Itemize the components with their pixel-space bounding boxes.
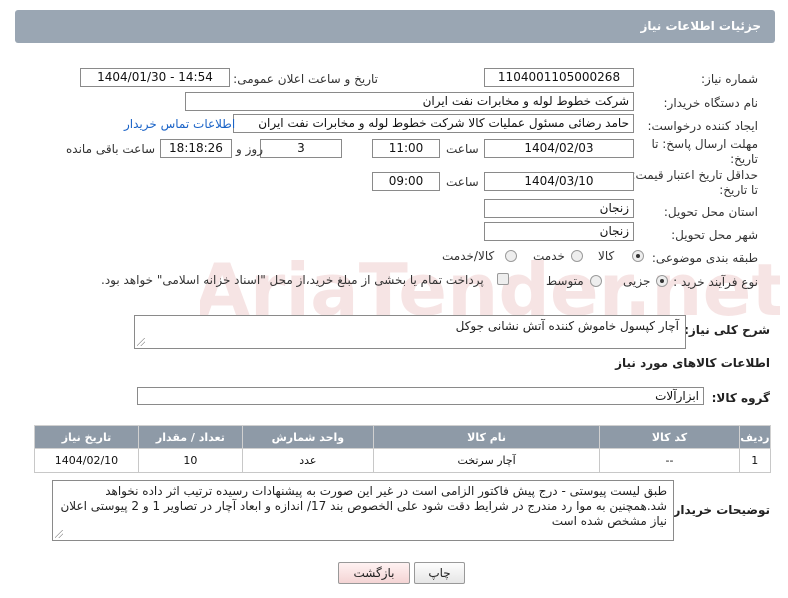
buyer-org-field[interactable]: شرکت خطوط لوله و مخابرات نفت ایران	[185, 92, 634, 111]
price-validity-time-label: ساعت	[446, 175, 479, 189]
radio-medium[interactable]	[590, 275, 602, 287]
radio-minor[interactable]	[656, 275, 668, 287]
description-textarea[interactable]: آچار کپسول خاموش کننده آتش نشانی جوکل	[134, 315, 686, 349]
need-number-label: شماره نیاز:	[701, 72, 758, 86]
delivery-city-label: شهر محل تحویل:	[671, 228, 758, 242]
items-table: ردیف کد کالا نام کالا واحد شمارش تعداد /…	[34, 425, 772, 473]
requester-label: ایجاد کننده درخواست:	[647, 119, 758, 133]
radio-goods[interactable]	[632, 250, 644, 262]
cell-unit: عدد	[241, 448, 374, 473]
reply-deadline-label-line1: مهلت ارسال پاسخ: تا	[651, 137, 758, 151]
goods-group-field[interactable]: ابزارآلات	[137, 387, 704, 405]
col-goods-name: نام کالا	[372, 425, 601, 449]
reply-deadline-days-label: روز و	[236, 142, 263, 156]
remaining-time-field[interactable]: 18:18:26	[160, 139, 232, 158]
items-table-header: ردیف کد کالا نام کالا واحد شمارش تعداد /…	[34, 425, 772, 449]
purchase-process-label: نوع فرآیند خرید :	[673, 275, 758, 289]
buyer-notes-textarea[interactable]: طبق لیست پیوستی - درج پیش فاکتور الزامی …	[52, 480, 674, 541]
price-validity-date-field[interactable]: 1404/03/10	[484, 172, 634, 191]
resize-handle-icon[interactable]	[55, 530, 63, 538]
requester-field[interactable]: حامد رضائی مسئول عملیات کالا شرکت خطوط ل…	[233, 114, 634, 133]
cell-goods-name: آچار سرتخت	[372, 448, 601, 473]
reply-deadline-date-field[interactable]: 1404/02/03	[484, 139, 634, 158]
treasury-payment-checkbox[interactable]	[497, 273, 509, 285]
page-title: جزئیات اطلاعات نیاز	[640, 19, 761, 33]
need-number-field[interactable]: 1104001105000268	[484, 68, 634, 87]
radio-goods-service[interactable]	[505, 250, 517, 262]
radio-medium-label: متوسط	[546, 274, 584, 288]
col-goods-code: کد کالا	[599, 425, 740, 449]
col-row-number: ردیف	[738, 425, 772, 449]
delivery-province-label: استان محل تحویل:	[663, 205, 758, 219]
delivery-province-field[interactable]: زنجان	[484, 199, 634, 218]
price-validity-label-line1: حداقل تاریخ اعتبار قیمت:	[631, 168, 758, 182]
buyer-contact-link[interactable]: اطلاعات تماس خریدار	[124, 117, 235, 131]
buyer-org-label: نام دستگاه خریدار:	[663, 96, 759, 110]
remaining-time-label: ساعت باقی مانده	[66, 142, 156, 156]
radio-goods-label: کالا	[598, 249, 615, 263]
radio-service[interactable]	[571, 250, 583, 262]
cell-goods-code: --	[599, 448, 740, 473]
cell-row-number: 1	[738, 448, 772, 473]
treasury-payment-note: پرداخت تمام یا بخشی از مبلغ خرید،از محل …	[101, 273, 484, 287]
subject-category-label: طبقه بندی موضوعی:	[651, 251, 758, 265]
col-quantity: تعداد / مقدار	[137, 425, 243, 449]
announce-datetime-label: تاریخ و ساعت اعلان عمومی:	[233, 72, 378, 86]
goods-section-title: اطلاعات کالاهای مورد نیاز	[615, 356, 770, 370]
goods-group-label: گروه کالا:	[711, 391, 770, 405]
announce-datetime-field[interactable]: 1404/01/30 - 14:54	[80, 68, 230, 87]
cell-need-date: 1404/02/10	[34, 448, 139, 473]
buyer-notes-text: طبق لیست پیوستی - درج پیش فاکتور الزامی …	[60, 484, 667, 528]
reply-deadline-time-field[interactable]: 11:00	[372, 139, 440, 158]
page-header: جزئیات اطلاعات نیاز	[15, 10, 775, 43]
radio-minor-label: جزیی	[623, 274, 651, 288]
price-validity-time-field[interactable]: 09:00	[372, 172, 440, 191]
price-validity-label-line2: تا تاریخ:	[719, 183, 758, 197]
reply-deadline-label-line2: تاریخ:	[730, 152, 758, 166]
description-label: شرح کلی نیاز:	[684, 323, 770, 337]
buyer-notes-label: توضیحات خریدار:	[668, 503, 770, 517]
print-button[interactable]: چاپ	[414, 562, 465, 584]
reply-deadline-days-field[interactable]: 3	[260, 139, 342, 158]
cell-quantity: 10	[137, 448, 243, 473]
resize-handle-icon[interactable]	[137, 338, 145, 346]
delivery-city-field[interactable]: زنجان	[484, 222, 634, 241]
description-text: آچار کپسول خاموش کننده آتش نشانی جوکل	[455, 319, 679, 333]
col-need-date: تاریخ نیاز	[34, 425, 139, 449]
reply-deadline-time-label: ساعت	[446, 142, 479, 156]
table-row[interactable]: 1 -- آچار سرتخت عدد 10 1404/02/10	[34, 448, 772, 473]
back-button[interactable]: بازگشت	[338, 562, 410, 584]
col-unit: واحد شمارش	[241, 425, 374, 449]
radio-goods-service-label: کالا/خدمت	[442, 249, 495, 263]
radio-service-label: خدمت	[533, 249, 565, 263]
